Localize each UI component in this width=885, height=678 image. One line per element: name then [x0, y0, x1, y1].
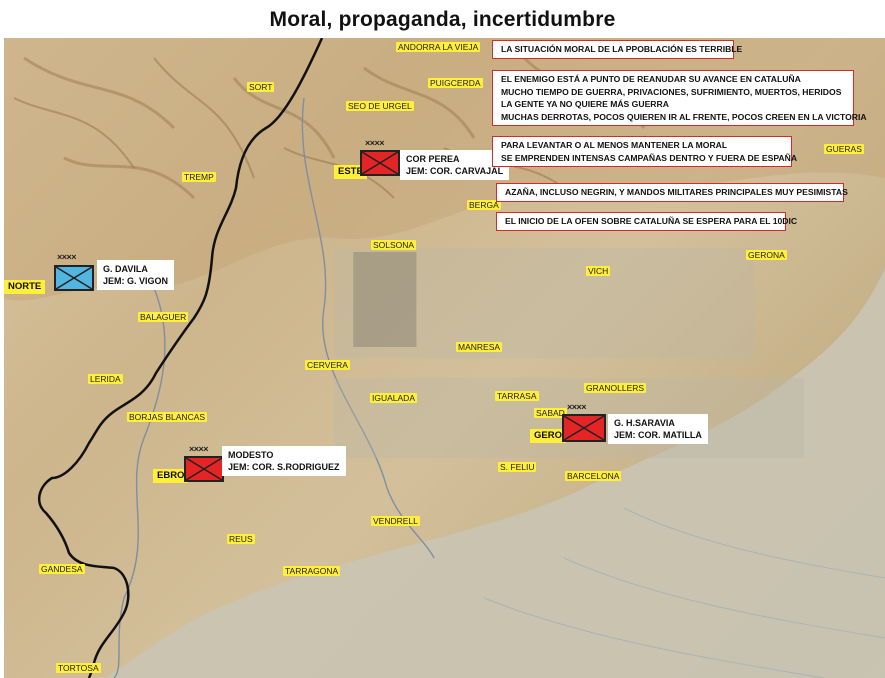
unit-chief-of-staff: JEM: COR. CARVAJAL: [406, 166, 504, 176]
note-line: MUCHAS DERROTAS, POCOS QUIEREN IR AL FRE…: [501, 111, 867, 122]
republican-army-icon: [360, 150, 400, 176]
army-echelon-icon: ××××: [57, 252, 77, 262]
place-granollers: GRANOLLERS: [584, 383, 647, 393]
place-vendrell: VENDRELL: [371, 516, 420, 526]
note-line: LA GENTE YA NO QUIERE MÁS GUERRA: [501, 99, 669, 109]
place-solsona: SOLSONA: [371, 240, 417, 250]
page-title: Moral, propaganda, incertidumbre: [269, 8, 616, 31]
note-pessimism: AZAÑA, INCLUSO NEGRIN, Y MANDOS MILITARE…: [496, 183, 848, 202]
place-cervera: CERVERA: [305, 360, 350, 370]
place-manresa: MANRESA: [456, 342, 503, 352]
note-line: AZAÑA, INCLUSO NEGRIN, Y MANDOS MILITARE…: [505, 187, 848, 197]
republican-army-icon: [562, 414, 606, 442]
terrain-layer: [4, 38, 885, 678]
place-seo-de-urgel: SEO DE URGEL: [346, 101, 414, 111]
unit-chief-of-staff: JEM: G. VIGON: [103, 276, 169, 286]
unit-commander: G. DAVILA: [103, 264, 148, 274]
place-tarrasa: TARRASA: [495, 391, 539, 401]
note-enemy-advance: EL ENEMIGO ESTÁ A PUNTO DE REANUDAR SU A…: [492, 70, 867, 126]
place-gandesa: GANDESA: [39, 564, 85, 574]
place-berga: BERGA: [467, 200, 501, 210]
unit-chief-of-staff: JEM: COR. MATILLA: [614, 430, 702, 440]
nationalist-army-icon: [54, 265, 94, 291]
note-propaganda-campaigns: PARA LEVANTAR O AL MENOS MANTENER LA MOR…: [492, 136, 798, 167]
place-reus: REUS: [227, 534, 255, 544]
place-vich: VICH: [586, 266, 611, 276]
place-igualada: IGUALADA: [370, 393, 417, 403]
unit-modesto-label: MODESTO JEM: COR. S.RODRIGUEZ: [222, 446, 346, 476]
note-line: EL ENEMIGO ESTÁ A PUNTO DE REANUDAR SU A…: [501, 74, 801, 84]
front-gero: GERO: [530, 429, 566, 443]
place-gueras: GUERAS: [824, 144, 864, 154]
republican-army-icon: [184, 456, 224, 482]
place-puigcerda: PUIGCERDA: [428, 78, 483, 88]
place-s-feliu: S. FELIU: [498, 462, 537, 472]
note-line: MUCHO TIEMPO DE GUERRA, PRIVACIONES, SUF…: [501, 86, 842, 97]
watermark: █: [354, 253, 416, 346]
front-norte: NORTE: [4, 280, 46, 294]
note-line: EL INICIO DE LA OFEN SOBRE CATALUÑA SE E…: [505, 216, 798, 226]
place-gerona: GERONA: [746, 250, 787, 260]
note-offensive-date: EL INICIO DE LA OFEN SOBRE CATALUÑA SE E…: [496, 212, 798, 231]
place-barcelona: BARCELONA: [565, 471, 622, 481]
unit-commander: G. H.SARAVIA: [614, 418, 675, 428]
unit-davila-label: G. DAVILA JEM: G. VIGON: [97, 260, 175, 290]
army-echelon-icon: ××××: [567, 402, 587, 412]
map-area[interactable]: █ ANDORRA LA VIEJA SORT PUIGCERDA SEO DE…: [4, 38, 885, 678]
place-tremp: TREMP: [182, 172, 216, 182]
note-line: LA SITUACIÓN MORAL DE LA PPOBLACIÓN ES T…: [501, 44, 743, 54]
note-line: PARA LEVANTAR O AL MENOS MANTENER LA MOR…: [501, 140, 728, 150]
place-borjas-blancas: BORJAS BLANCAS: [127, 412, 208, 422]
unit-saravia-label: G. H.SARAVIA JEM: COR. MATILLA: [608, 414, 708, 444]
unit-commander: MODESTO: [228, 450, 274, 460]
place-andorra: ANDORRA LA VIEJA: [396, 42, 481, 52]
place-sort: SORT: [247, 82, 275, 92]
army-echelon-icon: ××××: [365, 138, 385, 148]
army-echelon-icon: ××××: [189, 444, 209, 454]
unit-chief-of-staff: JEM: COR. S.RODRIGUEZ: [228, 462, 340, 472]
place-tortosa: TORTOSA: [56, 663, 101, 673]
place-lerida: LERIDA: [88, 374, 123, 384]
note-line: SE EMPRENDEN INTENSAS CAMPAÑAS DENTRO Y …: [501, 152, 798, 163]
unit-commander: COR PEREA: [406, 154, 460, 164]
place-tarragona: TARRAGONA: [283, 566, 341, 576]
note-moral-situation: LA SITUACIÓN MORAL DE LA PPOBLACIÓN ES T…: [492, 40, 743, 59]
place-balaguer: BALAGUER: [138, 312, 189, 322]
